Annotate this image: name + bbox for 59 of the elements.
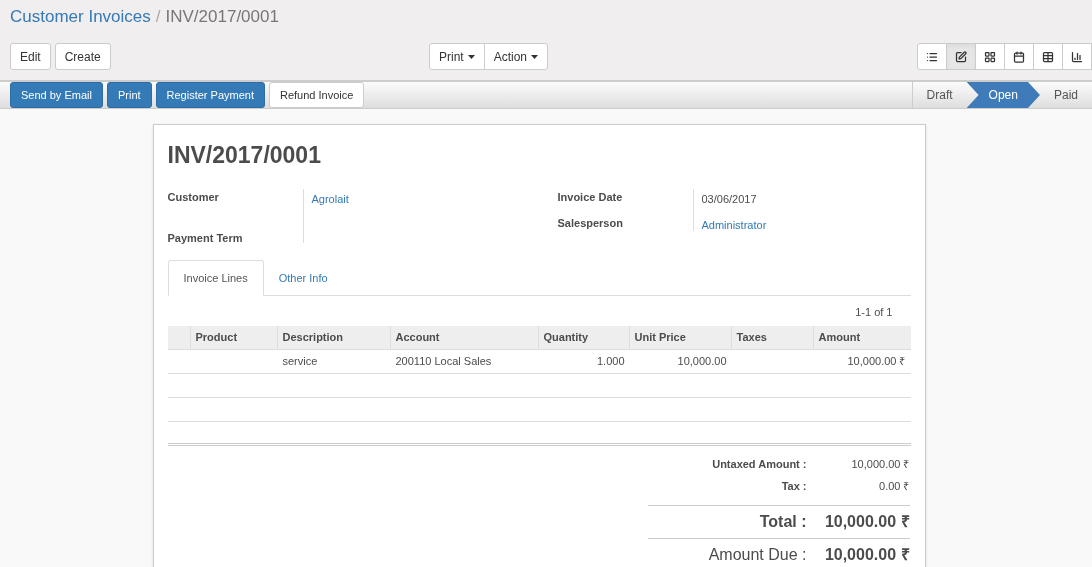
- view-switch-button[interactable]: [1062, 43, 1092, 70]
- field-label: Salesperson: [557, 215, 624, 231]
- table-cell: 10,000.00: [677, 354, 727, 367]
- statusbar-button[interactable]: Print: [106, 82, 152, 108]
- field-link[interactable]: Administrator: [701, 216, 767, 233]
- table-icon: [1042, 50, 1054, 63]
- breadcrumb-current: INV/2017/0001: [165, 6, 279, 29]
- status-stage[interactable]: Paid: [1039, 82, 1092, 108]
- column-header[interactable]: Amount: [813, 325, 911, 349]
- breadcrumb-link[interactable]: Customer Invoices: [10, 4, 151, 30]
- column-header[interactable]: Product: [190, 325, 278, 349]
- view-switch-button[interactable]: [1004, 43, 1034, 70]
- field-link[interactable]: Agrolait: [311, 191, 349, 208]
- field-value: 03/06/2017: [701, 192, 758, 207]
- statusbar-button[interactable]: Send by Email: [10, 82, 103, 108]
- toolbar-button[interactable]: Create: [54, 43, 111, 70]
- view-switch-button[interactable]: [1033, 43, 1063, 70]
- field-label: Invoice Date: [557, 190, 624, 205]
- invoice-title: INV/2017/0001: [167, 141, 322, 169]
- list-icon: [926, 50, 938, 63]
- statusbar-button[interactable]: Register Payment: [155, 82, 265, 108]
- status-stage[interactable]: Open: [966, 82, 1040, 108]
- field-label: Customer: [167, 190, 220, 205]
- statusbar-button[interactable]: Refund Invoice: [269, 82, 365, 108]
- total-value: 10,000.00 ₹: [823, 511, 910, 532]
- column-header[interactable]: Taxes: [731, 325, 814, 349]
- column-header[interactable]: Unit Price: [629, 325, 732, 349]
- total-value: 10,000.00 ₹: [823, 544, 910, 565]
- pager: 1-1 of 1: [855, 305, 893, 320]
- caret-icon: [467, 54, 475, 59]
- total-value: 0.00 ₹: [878, 479, 910, 494]
- table-cell: 200110 Local Sales: [395, 354, 492, 367]
- total-label: Untaxed Amount :: [712, 456, 807, 472]
- table-cell: service: [282, 354, 318, 367]
- grid-icon: [984, 50, 996, 63]
- calendar-icon: [1013, 50, 1025, 63]
- column-header[interactable]: Quantity: [538, 325, 630, 349]
- tab[interactable]: Invoice Lines: [167, 260, 264, 296]
- dropdown-button[interactable]: Action: [483, 43, 549, 70]
- toolbar-button[interactable]: Edit: [10, 43, 51, 70]
- total-label: Amount Due :: [708, 544, 807, 565]
- column-header[interactable]: Account: [390, 325, 539, 349]
- view-switch-button[interactable]: [946, 43, 976, 70]
- total-value: 10,000.00 ₹: [850, 456, 910, 472]
- column-header[interactable]: Description: [277, 325, 391, 349]
- bar-chart-icon: [1071, 50, 1083, 63]
- table-cell: 10,000.00 ₹: [847, 354, 906, 367]
- caret-icon: [531, 54, 539, 59]
- field-label: Payment Term: [167, 230, 244, 246]
- status-stage[interactable]: Draft: [912, 82, 967, 108]
- view-switch-button[interactable]: [917, 43, 947, 70]
- dropdown-button[interactable]: Print: [429, 43, 485, 70]
- total-label: Tax :: [781, 479, 807, 494]
- total-label: Total :: [759, 511, 807, 532]
- breadcrumb-separator: /: [155, 6, 161, 29]
- tab[interactable]: Other Info: [263, 260, 343, 296]
- table-cell: 1.000: [596, 354, 625, 367]
- edit-icon: [955, 50, 967, 63]
- view-switch-button[interactable]: [975, 43, 1005, 70]
